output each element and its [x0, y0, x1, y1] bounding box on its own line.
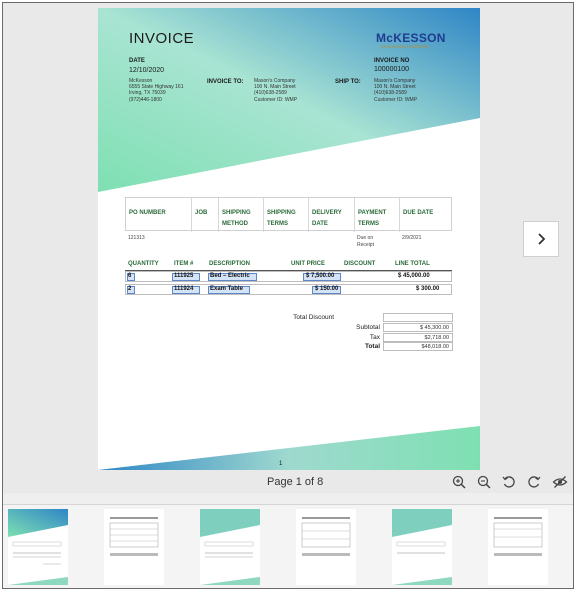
items-header: QUANTITY: [128, 261, 159, 267]
page-indicator: Page 1 of 8: [267, 476, 324, 488]
item-unit-price: $ 7,500.00: [306, 273, 335, 279]
payment-terms-value: Due on Receipt: [357, 235, 374, 248]
po-header: PO NUMBER: [126, 198, 192, 232]
ship-to-line: Customer ID: WMP: [374, 96, 418, 103]
zoom-out-icon[interactable]: [476, 474, 492, 490]
invoice-to-line: Customer ID: WMP: [254, 96, 298, 103]
thumbnail-page-2[interactable]: [104, 509, 164, 585]
ship-to-address: Mason's Company 100 N. Main Street (410)…: [374, 78, 417, 103]
subtotal-value: $ 45,300.00: [383, 323, 453, 332]
total-label: Total: [364, 343, 380, 350]
from-address: McKesson 6555 State Highway 161 Irving, …: [129, 78, 183, 103]
viewer-toolbar: Page 1 of 8: [3, 471, 573, 493]
hide-icon[interactable]: [552, 474, 568, 490]
thumbnail-page-5[interactable]: [392, 509, 452, 585]
thumbnail-page-3[interactable]: [200, 509, 260, 585]
table-row: 6 111925 Bed – Electric $ 7,500.00 $ 45,…: [125, 271, 452, 282]
company-logo: McKESSON: [376, 31, 446, 45]
subtotal-label: Subtotal: [356, 324, 380, 331]
tax-label: Tax: [369, 334, 380, 341]
total-discount-label: Total Discount: [293, 314, 334, 321]
po-header: DUE DATE: [403, 210, 434, 216]
thumbnail-preview: [200, 509, 260, 585]
table-row: 2 111924 Exam Table $ 150.00 $ 300.00: [125, 284, 452, 295]
thumbnail-preview: [109, 517, 159, 556]
item-description: Exam Table: [210, 286, 243, 292]
po-header: DELIVERY DATE: [309, 198, 355, 232]
date-value: 12/10/2020: [129, 67, 165, 74]
po-header: PAYMENT TERMS: [355, 198, 400, 232]
items-header: DESCRIPTION: [209, 261, 251, 267]
item-qty: 6: [128, 273, 132, 279]
thumbnail-strip: [3, 504, 573, 588]
thumbnail-preview: [8, 509, 68, 585]
thumbnail-page-4[interactable]: [296, 509, 356, 585]
page-marker: 1: [279, 461, 283, 467]
invoice-number-label: INVOICE NO: [374, 58, 410, 64]
thumbnail-preview: [493, 517, 543, 556]
due-date-value: 2/9/2021: [402, 235, 422, 241]
thumbnail-page-1[interactable]: [8, 509, 68, 585]
item-number: 111925: [174, 273, 194, 279]
chevron-right-icon: [538, 233, 546, 245]
from-line: (972)446-1800: [129, 96, 162, 103]
items-header: UNIT PRICE: [291, 261, 326, 267]
total-value: $48,018.00: [383, 342, 453, 351]
items-header: DISCOUNT: [344, 261, 376, 267]
item-line-total: $ 300.00: [416, 286, 440, 292]
logo-tagline: Empowering Healthcare: [381, 44, 430, 49]
page-viewport[interactable]: INVOICE McKESSON Empowering Healthcare D…: [3, 3, 573, 493]
item-unit-price: $ 150.00: [315, 286, 339, 292]
item-description: Bed – Electric: [210, 273, 250, 279]
invoice-page: INVOICE McKESSON Empowering Healthcare D…: [98, 8, 480, 470]
next-page-button[interactable]: [523, 221, 559, 257]
po-header: JOB: [192, 198, 219, 232]
thumbnail-preview: [301, 517, 351, 556]
invoice-title: INVOICE: [129, 30, 195, 47]
po-number-value: 121313: [128, 235, 145, 241]
thumbnail-page-6[interactable]: [488, 509, 548, 585]
po-header: SHIPPING METHOD: [219, 198, 264, 232]
tax-value: $2,718.00: [383, 333, 453, 342]
rotate-right-icon[interactable]: [526, 474, 542, 490]
rotate-left-icon[interactable]: [501, 474, 517, 490]
invoice-number-value: 100000100: [374, 66, 410, 73]
document-viewer: INVOICE McKESSON Empowering Healthcare D…: [2, 2, 574, 589]
item-number: 111924: [174, 286, 194, 292]
items-header: ITEM #: [174, 261, 194, 267]
zoom-in-icon[interactable]: [451, 474, 467, 490]
items-header: LINE TOTAL: [395, 261, 430, 267]
date-label: DATE: [129, 58, 145, 64]
thumbnail-preview: [392, 509, 452, 585]
invoice-to-label: INVOICE TO:: [207, 79, 244, 85]
item-line-total: $ 45,000.00: [398, 273, 430, 279]
total-discount-value: [383, 313, 453, 322]
item-qty: 2: [128, 286, 132, 292]
ship-to-label: SHIP TO:: [335, 79, 361, 85]
po-table: PO NUMBER JOB SHIPPING METHOD SHIPPING T…: [125, 197, 452, 232]
po-header: SHIPPING TERMS: [264, 198, 309, 232]
invoice-to-address: Mason's Company 100 N. Main Street (410)…: [254, 78, 297, 103]
